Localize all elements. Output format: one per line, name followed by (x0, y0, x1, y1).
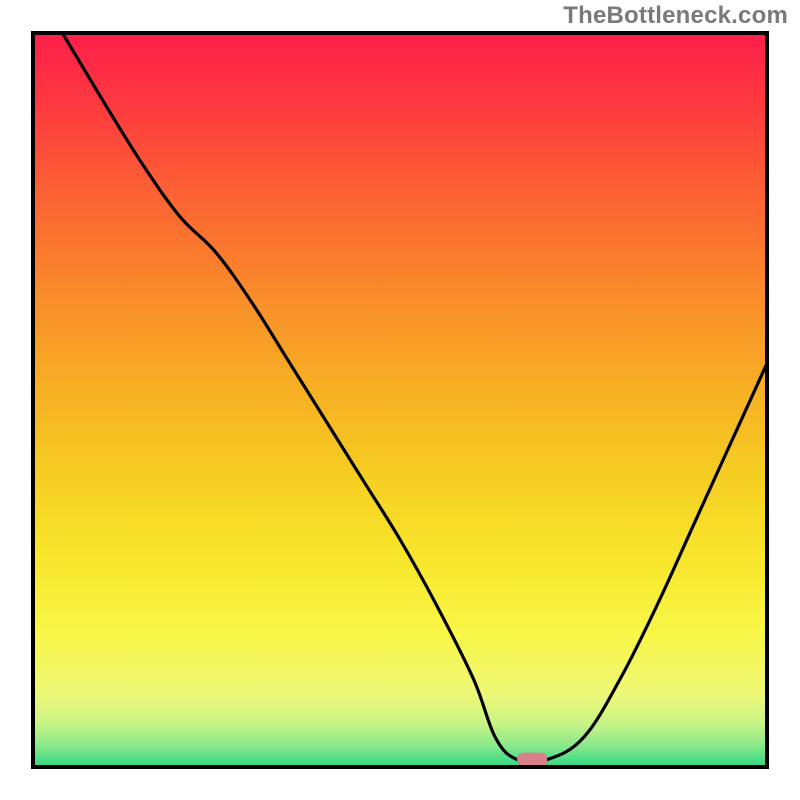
watermark-text: TheBottleneck.com (563, 2, 788, 30)
chart-container: TheBottleneck.com (0, 0, 800, 800)
plot-background (33, 33, 767, 767)
bottleneck-chart (0, 0, 800, 800)
optimal-marker (517, 753, 547, 767)
